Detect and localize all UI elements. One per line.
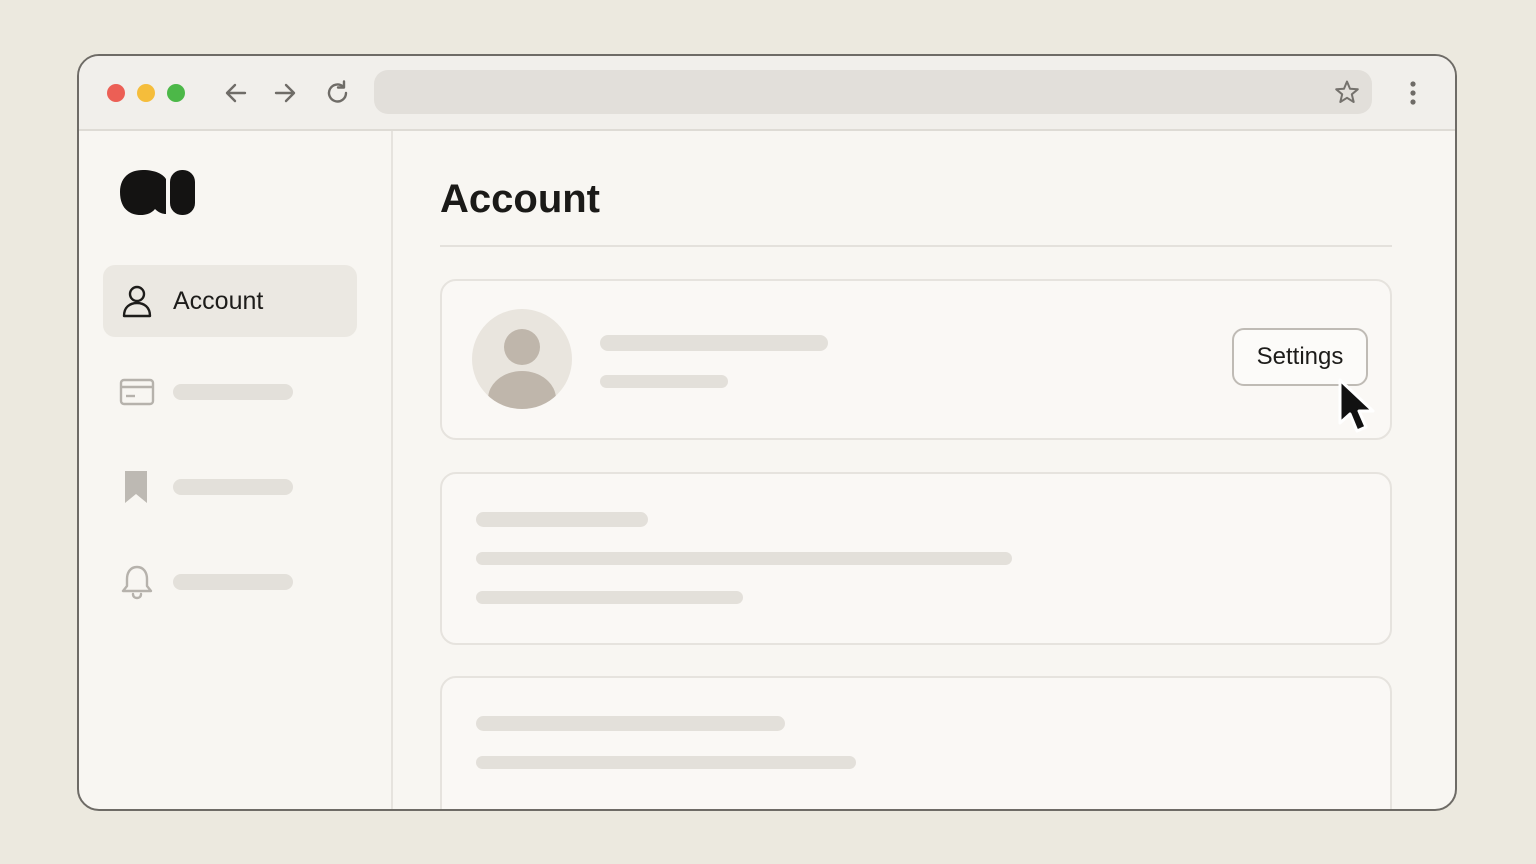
bookmark-icon — [119, 469, 155, 505]
star-icon[interactable] — [1334, 79, 1360, 105]
sidebar-label-placeholder — [173, 384, 293, 400]
text-line-placeholder — [476, 591, 743, 604]
text-line-placeholder — [476, 756, 856, 769]
text-line-placeholder — [476, 552, 1012, 565]
back-arrow-icon[interactable] — [221, 78, 251, 108]
close-window-button[interactable] — [107, 84, 125, 102]
more-vertical-icon[interactable] — [1401, 78, 1425, 108]
sidebar-label-placeholder — [173, 574, 293, 590]
content-card — [440, 472, 1392, 645]
profile-detail-placeholder — [600, 375, 728, 388]
title-divider — [440, 245, 1392, 247]
sidebar-item-billing[interactable] — [103, 356, 357, 428]
user-avatar-icon — [472, 309, 572, 409]
sidebar: Account — [79, 131, 393, 809]
browser-window: Account Account Settings — [77, 54, 1457, 811]
sidebar-label-placeholder — [173, 479, 293, 495]
minimize-window-button[interactable] — [137, 84, 155, 102]
text-line-placeholder — [476, 512, 648, 527]
sidebar-item-saved[interactable] — [103, 451, 357, 523]
forward-arrow-icon[interactable] — [270, 78, 300, 108]
sidebar-item-notifications[interactable] — [103, 546, 357, 618]
user-icon — [119, 283, 155, 319]
reload-icon[interactable] — [323, 78, 353, 108]
bell-icon — [119, 564, 155, 600]
profile-name-placeholder — [600, 335, 828, 351]
page-title: Account — [440, 177, 600, 221]
address-bar[interactable] — [374, 70, 1372, 114]
sidebar-item-label: Account — [173, 287, 264, 315]
text-line-placeholder — [476, 716, 785, 731]
pointer-cursor-icon — [1336, 377, 1384, 441]
brand-logo[interactable] — [119, 168, 199, 216]
browser-toolbar — [79, 56, 1455, 131]
profile-card: Settings — [440, 279, 1392, 440]
content-card — [440, 676, 1392, 809]
sidebar-item-account[interactable]: Account — [103, 265, 357, 337]
maximize-window-button[interactable] — [167, 84, 185, 102]
credit-card-icon — [119, 374, 155, 410]
